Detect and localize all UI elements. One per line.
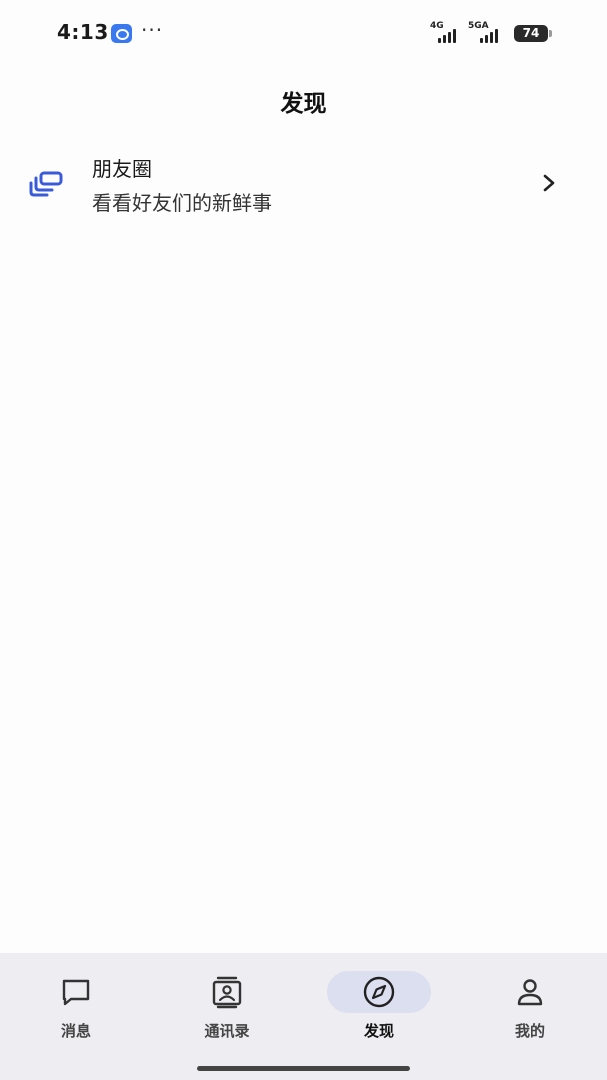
- tab-label: 我的: [514, 1022, 545, 1040]
- person-icon: [517, 979, 543, 1006]
- page-title: 发现: [280, 91, 327, 117]
- cellular-signal-5ga-icon: 5GA: [468, 21, 508, 43]
- tab-me[interactable]: 我的: [470, 969, 590, 1049]
- discover-screen: 4:13 ··· 4G 5GA 74 发现 朋友圈 看看好友们的新鲜事 消息 通…: [0, 0, 607, 1080]
- moments-title: 朋友圈: [92, 157, 152, 181]
- bottom-tab-bar: 消息 通讯录 发现 我的: [0, 953, 607, 1080]
- moments-entry[interactable]: 朋友圈 看看好友们的新鲜事: [0, 140, 607, 226]
- battery-cap: [549, 30, 552, 37]
- status-time: 4:13: [57, 20, 109, 44]
- cellular-signal-4g-icon: 4G: [430, 21, 466, 43]
- tab-label: 消息: [60, 1022, 91, 1040]
- status-bar: 4:13 ··· 4G 5GA 74: [0, 0, 607, 66]
- tab-contacts[interactable]: 通讯录: [167, 969, 287, 1049]
- chevron-right-icon: [543, 174, 555, 192]
- moments-subtitle: 看看好友们的新鲜事: [92, 191, 272, 215]
- battery-level: 74: [522, 26, 540, 40]
- more-notifications-icon: ···: [141, 18, 164, 42]
- tab-label: 通讯录: [204, 1022, 250, 1040]
- compass-icon: [363, 976, 395, 1008]
- tab-discover[interactable]: 发现: [319, 969, 439, 1049]
- battery-icon: 74: [514, 25, 548, 42]
- app-notification-icon: [111, 24, 132, 43]
- tab-messages[interactable]: 消息: [16, 969, 136, 1049]
- tab-label: 发现: [363, 1022, 394, 1040]
- chat-bubble-icon: [62, 979, 90, 1006]
- moments-stack-icon: [29, 171, 63, 197]
- home-indicator[interactable]: [197, 1066, 410, 1071]
- contacts-icon: [212, 976, 242, 1009]
